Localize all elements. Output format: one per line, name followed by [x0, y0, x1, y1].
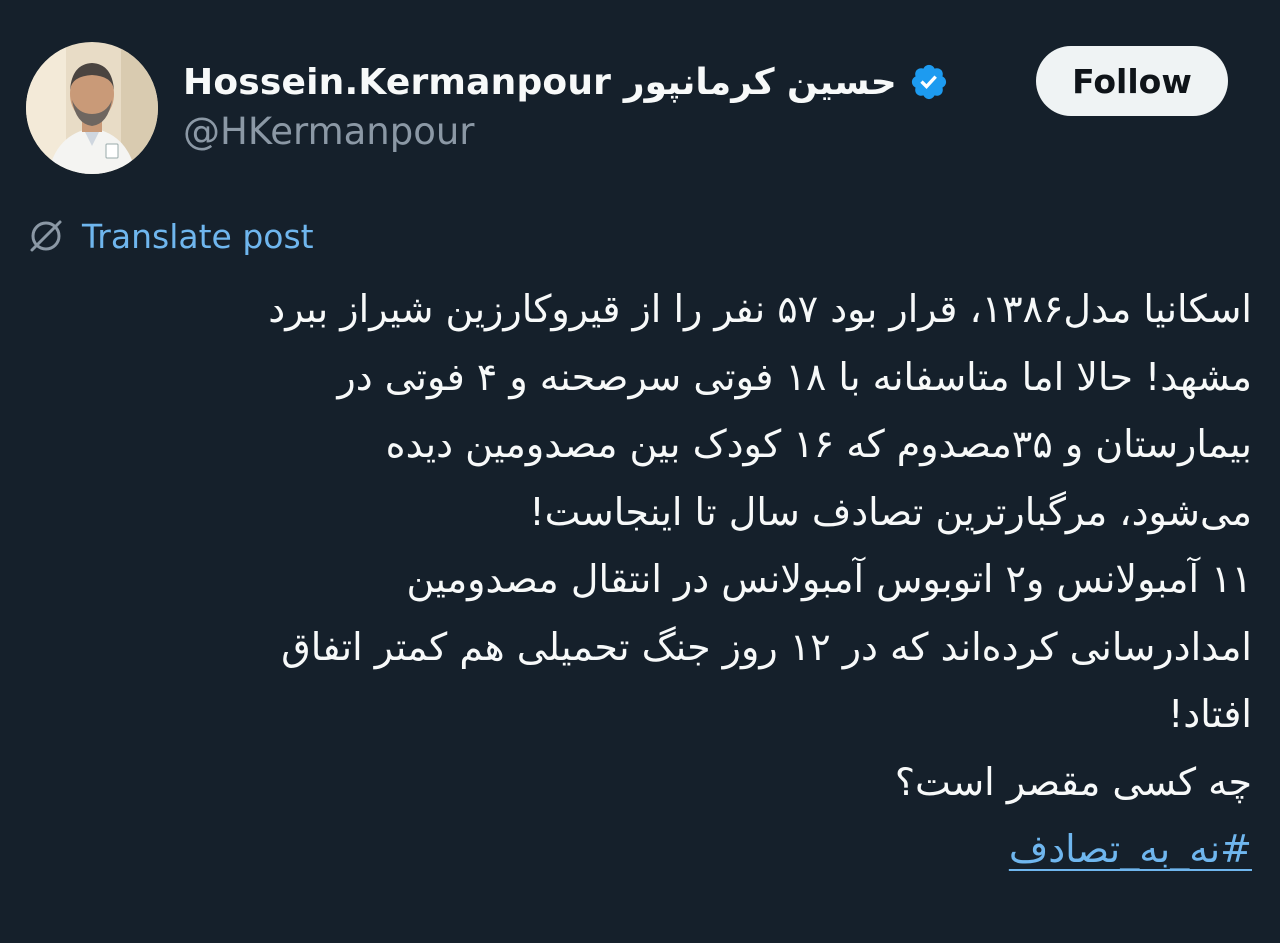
globe-slash-icon [30, 220, 62, 252]
avatar-photo [26, 42, 158, 174]
author-name-row[interactable]: Hossein.Kermanpour حسین کرمانپور [183, 56, 949, 108]
tweet-text: اسکانیا مدل۱۳۸۶، قرار بود ۵۷ نفر را از ق… [72, 276, 1252, 884]
author-display-name[interactable]: Hossein.Kermanpour حسین کرمانپور [183, 62, 897, 103]
tweet-line: اسکانیا مدل۱۳۸۶، قرار بود ۵۷ نفر را از ق… [268, 287, 1252, 331]
tweet-line: مشهد! حالا اما متاسفانه با ۱۸ فوتی سرصحن… [337, 354, 1252, 399]
follow-button[interactable]: Follow [1036, 46, 1228, 116]
tweet-line: امدادرسانی کرده‌اند که در ۱۲ روز جنگ تحم… [281, 624, 1252, 669]
author-handle[interactable]: @HKermanpour [183, 110, 475, 153]
tweet-line: ۱۱ آمبولانس و۲ اتوبوس آمبولانس در انتقال… [406, 557, 1252, 601]
translate-post-link[interactable]: Translate post [26, 212, 314, 260]
translate-post-label[interactable]: Translate post [82, 217, 314, 256]
tweet-line: می‌شود، مرگبارترین تصادف سال تا اینجاست! [529, 489, 1252, 534]
hashtag-line: #نه_به_تصادف [72, 816, 1252, 884]
hashtag-link[interactable]: #نه_به_تصادف [1009, 827, 1252, 871]
tweet-line: افتاد! [1168, 692, 1252, 736]
tweet-line: چه کسی مقصر است؟ [894, 759, 1252, 804]
tweet-line: بیمارستان و ۳۵مصدوم که ۱۶ کودک بین مصدوم… [385, 422, 1252, 466]
verified-badge-icon[interactable] [909, 62, 949, 102]
avatar[interactable] [26, 42, 158, 174]
